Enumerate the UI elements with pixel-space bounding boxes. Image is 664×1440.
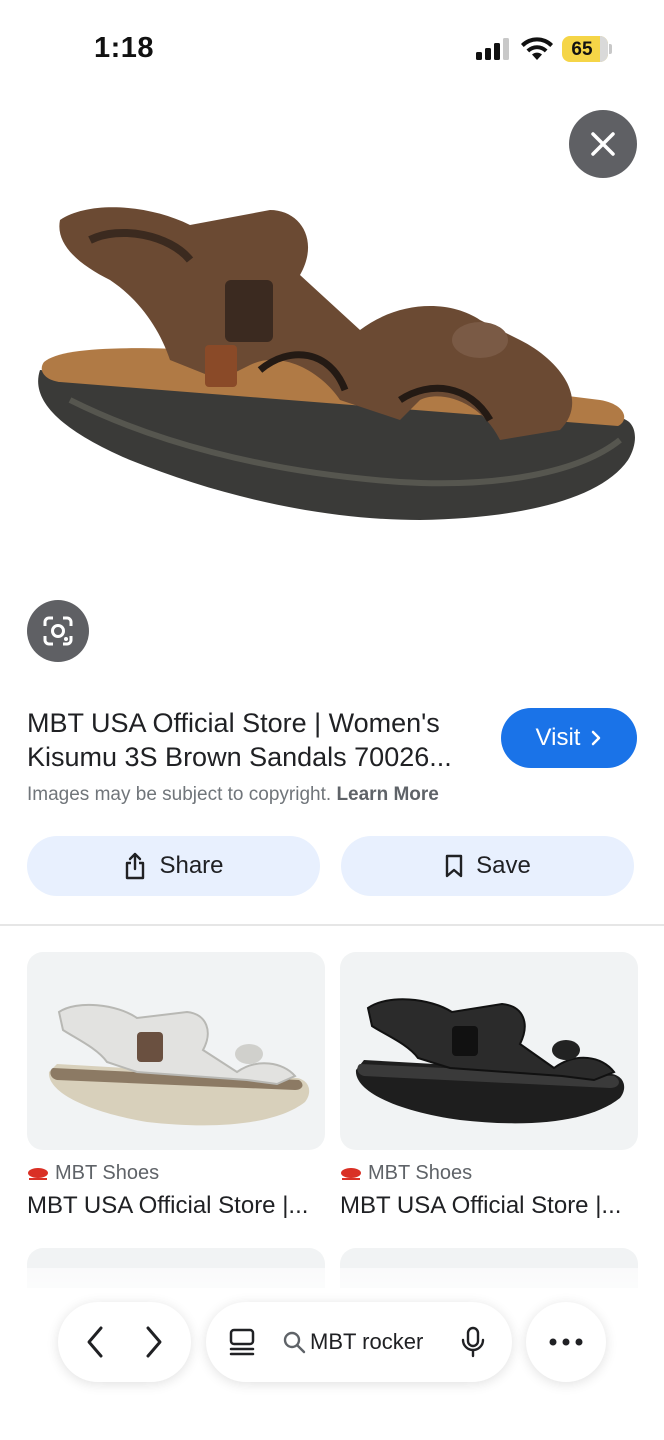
copyright-notice: Images may be subject to copyright. Lear… xyxy=(27,784,439,806)
copyright-text: Images may be subject to copyright. xyxy=(27,784,332,805)
related-source-2[interactable]: MBT Shoes xyxy=(340,1162,472,1185)
navigation-pill xyxy=(58,1302,191,1382)
black-sandal-image xyxy=(355,998,625,1124)
related-source-label: MBT Shoes xyxy=(55,1162,160,1184)
result-title-line2: Kisumu 3S Brown Sandals 70026... xyxy=(27,742,452,772)
wifi-icon xyxy=(521,37,553,60)
more-icon xyxy=(549,1338,583,1346)
close-icon xyxy=(591,132,615,156)
status-time: 1:18 xyxy=(94,32,155,64)
result-title-line1: MBT USA Official Store | Women's xyxy=(27,708,440,738)
related-source-label: MBT Shoes xyxy=(368,1162,473,1184)
related-title-1[interactable]: MBT USA Official Store |... xyxy=(27,1192,325,1220)
save-button[interactable]: Save xyxy=(341,836,634,896)
search-icon xyxy=(283,1331,306,1354)
signal-icon xyxy=(476,38,510,60)
share-icon xyxy=(126,852,145,880)
mbt-logo-icon xyxy=(28,1167,48,1180)
white-sandal-image xyxy=(48,1003,310,1126)
visit-label: Visit xyxy=(535,724,581,751)
product-image[interactable] xyxy=(0,100,664,580)
related-source-1[interactable]: MBT Shoes xyxy=(27,1162,159,1185)
related-image-1[interactable] xyxy=(27,952,325,1150)
chevron-right-icon[interactable] xyxy=(142,1324,166,1360)
google-lens-button[interactable] xyxy=(27,600,89,662)
share-label: Share xyxy=(159,852,224,879)
divider xyxy=(0,924,664,926)
share-button[interactable]: Share xyxy=(27,836,320,896)
related-image-2[interactable] xyxy=(340,952,638,1150)
search-query[interactable]: MBT rocker xyxy=(310,1329,440,1355)
tabs-icon[interactable] xyxy=(228,1327,256,1357)
battery-percent: 65 xyxy=(571,39,593,60)
more-options-button[interactable] xyxy=(526,1302,606,1382)
battery-nub xyxy=(609,44,612,54)
mbt-logo-icon xyxy=(341,1167,361,1180)
chevron-right-icon xyxy=(592,730,601,746)
mic-icon[interactable] xyxy=(460,1326,486,1358)
close-button[interactable] xyxy=(569,110,637,178)
related-title-2[interactable]: MBT USA Official Store |... xyxy=(340,1192,638,1220)
status-bar: 1:18 65 xyxy=(0,0,664,100)
bookmark-icon xyxy=(445,854,463,878)
save-label: Save xyxy=(476,852,531,879)
battery-indicator: 65 xyxy=(562,36,608,62)
visit-button[interactable]: Visit xyxy=(501,708,637,768)
learn-more-link[interactable]: Learn More xyxy=(336,784,438,805)
result-title[interactable]: MBT USA Official Store | Women's Kisumu … xyxy=(27,706,477,774)
search-pill[interactable]: MBT rocker xyxy=(206,1302,512,1382)
google-lens-icon xyxy=(43,616,73,646)
chevron-left-icon[interactable] xyxy=(83,1324,107,1360)
